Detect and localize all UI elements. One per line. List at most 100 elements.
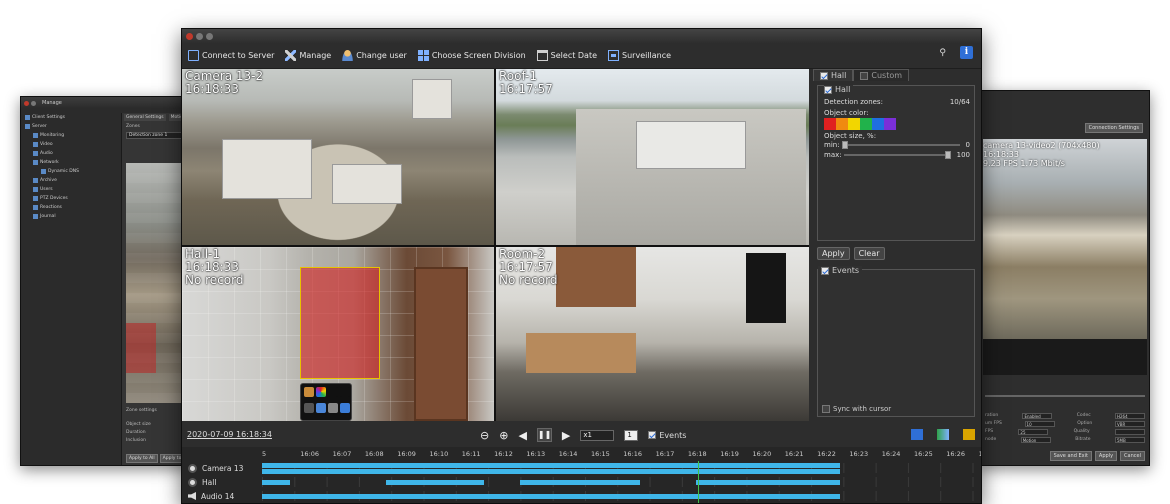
tree-item-server[interactable]: Server xyxy=(25,122,121,131)
record-segment[interactable] xyxy=(262,463,840,468)
checkbox-icon[interactable] xyxy=(648,431,657,439)
slider-track[interactable] xyxy=(841,141,960,149)
timeline-track-hall[interactable]: Hall xyxy=(182,475,981,489)
tab-hall[interactable]: Hall xyxy=(813,69,854,81)
current-timestamp[interactable]: 2020-07-09 16:18:34 xyxy=(187,430,272,439)
apply-button[interactable]: Apply xyxy=(817,247,850,260)
tab-general-settings[interactable]: General Settings xyxy=(124,114,166,121)
manage-detection-zone[interactable] xyxy=(126,323,156,373)
apply-all-button[interactable]: Apply to All xyxy=(126,454,158,463)
step-spinbox[interactable]: 1 xyxy=(624,429,639,441)
field[interactable]: H264 xyxy=(1114,413,1145,419)
camera-view-hall-1[interactable]: Hall-1 16:18:33 No record xyxy=(182,247,494,421)
checkbox-icon[interactable] xyxy=(822,405,830,413)
color-swatch[interactable] xyxy=(872,118,884,130)
camera-view-roof-1[interactable]: Roof-1 16:17:57 xyxy=(496,69,809,245)
connection-settings-button[interactable]: Connection Settings xyxy=(1084,123,1143,133)
timeline-track-camera-13[interactable]: Camera 13 xyxy=(182,461,981,475)
tree-item-users[interactable]: Users xyxy=(25,185,121,194)
track-area[interactable] xyxy=(262,477,981,487)
tree-item-audio[interactable]: Audio xyxy=(25,149,121,158)
max-size-slider[interactable]: max: 100 xyxy=(824,150,970,160)
pause-icon[interactable]: ❚❚ xyxy=(536,428,552,442)
track-area[interactable] xyxy=(262,491,981,501)
camera-view-13-2[interactable]: Camera 13-2 16:18:33 xyxy=(182,69,494,245)
record-segment[interactable] xyxy=(262,469,840,474)
speaker-icon[interactable] xyxy=(188,492,196,500)
field[interactable]: Enabled xyxy=(1022,413,1053,419)
step-back-icon[interactable]: ◀ xyxy=(518,429,526,442)
settings-icon[interactable] xyxy=(340,403,350,413)
checkbox-icon[interactable] xyxy=(821,266,829,275)
manage-button[interactable]: Manage xyxy=(285,50,331,61)
checkbox-icon[interactable] xyxy=(820,71,828,80)
tree-item-network[interactable]: Network xyxy=(25,158,121,167)
color-swatch[interactable] xyxy=(860,118,872,130)
tree-item-reactions[interactable]: Reactions xyxy=(25,203,121,212)
field[interactable]: 10 xyxy=(1024,421,1055,427)
zoom-out-icon[interactable]: ⊖ xyxy=(480,429,489,442)
slider-track[interactable] xyxy=(843,151,951,159)
surveillance-button[interactable]: Surveillance xyxy=(608,50,671,61)
zoom-icon[interactable] xyxy=(304,403,314,413)
export-icon[interactable] xyxy=(937,429,949,440)
pin-icon[interactable]: ⚲ xyxy=(939,48,946,58)
cancel-button[interactable]: Cancel xyxy=(1120,451,1145,461)
clear-button[interactable]: Clear xyxy=(853,247,885,260)
field[interactable]: 5MB xyxy=(1114,437,1145,443)
tree-item-journal[interactable]: Journal xyxy=(25,212,121,221)
color-swatch[interactable] xyxy=(836,118,848,130)
tree-item-dynamic-dns[interactable]: Dynamic DNS xyxy=(25,167,121,176)
tree-item-ptz[interactable]: PTZ Devices xyxy=(25,194,121,203)
screen-division-button[interactable]: Choose Screen Division xyxy=(417,50,526,61)
record-segment[interactable] xyxy=(696,480,840,485)
record-segment[interactable] xyxy=(262,480,290,485)
change-user-button[interactable]: Change user xyxy=(342,50,407,61)
tree-item-video[interactable]: Video xyxy=(25,140,121,149)
record-segment[interactable] xyxy=(520,480,640,485)
track-area[interactable] xyxy=(262,463,981,474)
checkbox-icon[interactable] xyxy=(860,71,869,80)
calendar-jump-icon[interactable] xyxy=(911,429,923,440)
filter-icon[interactable] xyxy=(316,403,326,413)
tree-item-monitoring[interactable]: Monitoring xyxy=(25,131,121,140)
close-icon[interactable] xyxy=(24,100,29,106)
checkbox-icon[interactable] xyxy=(824,85,832,94)
pencil-icon[interactable] xyxy=(304,387,314,397)
field[interactable]: VBR xyxy=(1114,421,1145,427)
record-segment[interactable] xyxy=(262,494,840,499)
camera-view-room-2[interactable]: Room-2 16:17:57 No record xyxy=(496,247,809,421)
field[interactable] xyxy=(1114,429,1145,435)
min-size-slider[interactable]: min: 0 xyxy=(824,140,970,150)
field[interactable]: 25 xyxy=(1018,429,1049,435)
apply-button[interactable]: Apply xyxy=(1094,451,1118,461)
mute-icon[interactable] xyxy=(328,403,338,413)
minimize-icon[interactable] xyxy=(31,100,36,106)
save-exit-button[interactable]: Save and Exit xyxy=(1049,451,1092,461)
close-icon[interactable] xyxy=(186,32,193,40)
tree-item-archive[interactable]: Archive xyxy=(25,176,121,185)
radio-icon[interactable] xyxy=(188,477,197,487)
connect-server-button[interactable]: Connect to Server xyxy=(188,50,274,61)
field[interactable]: Motion xyxy=(1020,437,1051,443)
color-swatch[interactable] xyxy=(848,118,860,130)
playhead-cursor[interactable] xyxy=(698,461,699,503)
preview-slider[interactable] xyxy=(985,395,1145,397)
radio-icon[interactable] xyxy=(188,463,197,473)
select-date-button[interactable]: Select Date xyxy=(536,50,597,61)
maximize-icon[interactable] xyxy=(206,32,213,40)
minimize-icon[interactable] xyxy=(196,32,203,40)
play-icon[interactable]: ▶ xyxy=(562,429,570,442)
info-button[interactable]: i xyxy=(960,46,973,59)
color-wheel-icon[interactable] xyxy=(316,387,326,397)
zone-select[interactable]: Detection zone 1 xyxy=(126,132,187,139)
tree-item-client-settings[interactable]: Client Settings xyxy=(25,113,121,122)
timeline-track-audio-14[interactable]: Audio 14 xyxy=(182,489,981,503)
slider-knob[interactable] xyxy=(944,151,951,159)
slider-knob[interactable] xyxy=(841,141,848,149)
detection-zone[interactable] xyxy=(300,267,380,379)
record-segment[interactable] xyxy=(386,480,484,485)
zoom-in-icon[interactable]: ⊕ xyxy=(499,429,508,442)
color-swatch[interactable] xyxy=(884,118,896,130)
tab-custom[interactable]: Custom xyxy=(853,69,910,81)
